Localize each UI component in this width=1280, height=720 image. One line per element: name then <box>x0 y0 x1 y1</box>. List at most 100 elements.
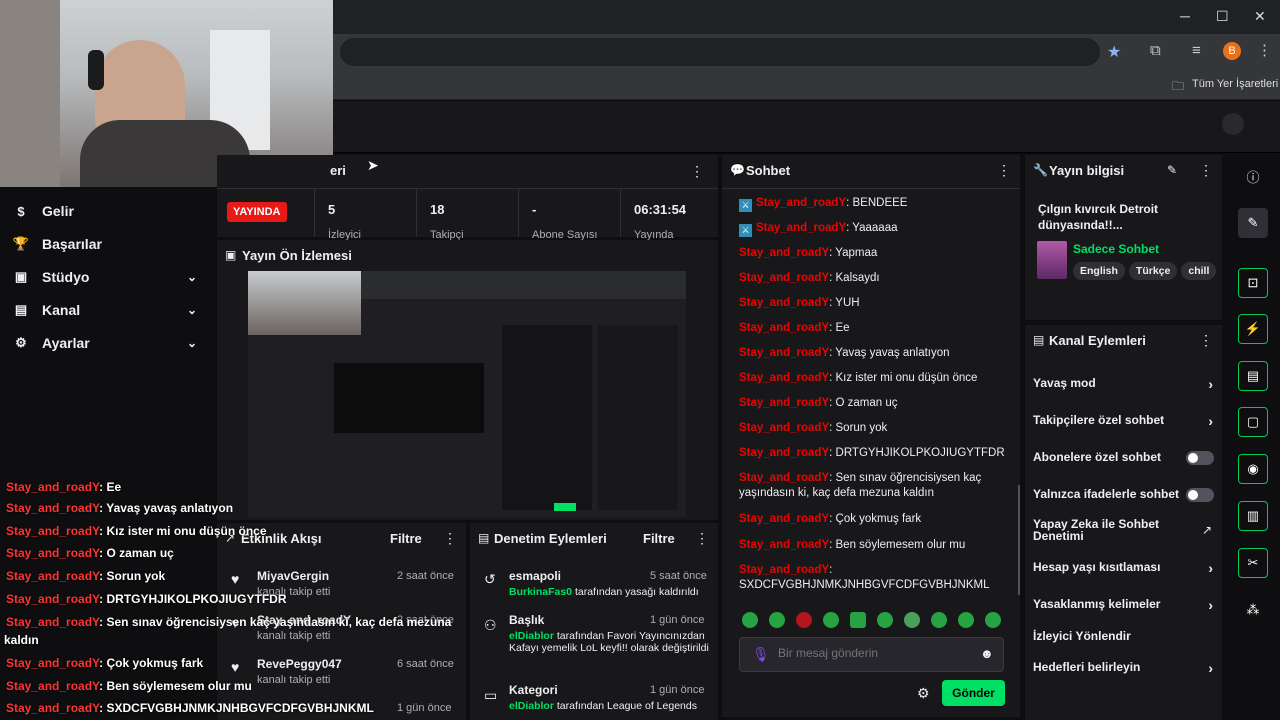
chat-message: Stay_and_roadY: Çok yokmuş fark <box>739 513 922 525</box>
overlay-chat-line: Stay_and_roadY: DRTGYHJIKOLPKOJIUGYTFDR <box>6 592 287 606</box>
wrench-icon: 🔧 <box>1033 163 1048 177</box>
tag-list: English Türkçe chill <box>1073 261 1223 280</box>
chat-message: Stay_and_roadY: Yapmaa <box>739 247 878 259</box>
layout-icon[interactable]: ▥ <box>1238 501 1268 531</box>
kebab-icon[interactable]: ⋮ <box>1199 332 1213 349</box>
maximize-icon[interactable]: ☐ <box>1216 8 1229 25</box>
channel-action-account-age[interactable]: Hesap yaşı kısıtlaması › <box>1033 560 1213 576</box>
channel-action-followers-only[interactable]: Takipçilere özel sohbet › <box>1033 413 1213 429</box>
emote-icon[interactable] <box>769 612 785 628</box>
gear-icon: ⚙ <box>15 335 27 350</box>
emote-icon[interactable] <box>742 612 758 628</box>
note-icon[interactable]: ▤ <box>1238 361 1268 391</box>
chat-message: Stay_and_roadY: DRTGYHJIKOLPKOJIUGYTFDR <box>739 447 1005 459</box>
channel-action-ai-moderation[interactable]: Yapay Zeka ile Sohbet Denetimi <box>1033 518 1183 542</box>
chat-message: ⚔ Stay_and_roadY: BENDEEE <box>739 196 1009 212</box>
category-thumbnail[interactable] <box>1037 241 1067 279</box>
tools-icon[interactable]: ✂ <box>1238 548 1268 578</box>
overlay-chat-line: Stay_and_roadY: Ben söylemesem olur mu <box>6 679 252 693</box>
external-link-icon[interactable]: ↗ <box>1202 523 1212 537</box>
sidebar-item-label: Stüdyo <box>42 269 90 285</box>
sidebar-item-basarilar[interactable]: 🏆 Başarılar <box>0 229 215 259</box>
preview-title: Yayın Ön İzlemesi <box>242 248 352 263</box>
bolt-icon[interactable]: ⚡ <box>1238 314 1268 344</box>
preview-webcam <box>248 271 361 335</box>
minimize-icon[interactable]: ─ <box>1180 8 1190 24</box>
chevron-down-icon: ⌄ <box>186 336 197 350</box>
category-link[interactable]: Sadece Sohbet <box>1073 242 1159 256</box>
edit-icon[interactable]: ✎ <box>1238 208 1268 238</box>
focus-icon[interactable]: ⊡ <box>1238 268 1268 298</box>
emote-icon[interactable] <box>931 612 947 628</box>
address-bar[interactable] <box>340 38 1100 66</box>
emote-icon[interactable] <box>985 612 1001 628</box>
send-button[interactable]: Gönder <box>942 680 1005 706</box>
sidebar-item-label: Kanal <box>42 302 81 318</box>
chevron-down-icon: ⌄ <box>186 303 197 317</box>
mod-action-title: Başlık <box>509 613 545 627</box>
chat-input[interactable]: 🎙 ☻ <box>739 637 1004 672</box>
emote-icon[interactable] <box>877 612 893 628</box>
extensions-icon[interactable]: ⧉ <box>1150 42 1161 59</box>
subscribers-only-toggle[interactable] <box>1186 451 1214 465</box>
emote-icon[interactable] <box>796 612 812 628</box>
media-icon[interactable]: ≡ <box>1192 42 1201 59</box>
emote-icon[interactable] <box>904 612 920 628</box>
follower-count: 18 <box>430 202 445 217</box>
star-icon[interactable]: ★ <box>1107 42 1121 62</box>
kebab-icon[interactable]: ⋮ <box>695 530 709 547</box>
sidebar-item-ayarlar[interactable]: ⚙ Ayarlar ⌄ <box>0 328 215 358</box>
chat-bubble-icon[interactable]: ▢ <box>1238 407 1268 437</box>
chat-scrollbar[interactable] <box>1018 485 1020 595</box>
kebab-icon[interactable]: ⋮ <box>997 162 1011 179</box>
user-avatar[interactable] <box>1222 113 1244 135</box>
all-bookmarks-link[interactable]: Tüm Yer İşaretleri <box>1192 78 1278 90</box>
mod-action-time: 5 saat önce <box>650 570 707 582</box>
overlay-chat-line: Stay_and_roadY: Çok yokmuş fark <box>6 656 204 670</box>
kebab-icon[interactable]: ⋮ <box>690 163 704 180</box>
kebab-icon[interactable]: ⋮ <box>1199 162 1213 179</box>
info-icon[interactable]: ⓘ <box>1238 161 1268 191</box>
preview-nested <box>334 363 484 433</box>
uptime-value: 06:31:54 <box>634 202 687 217</box>
sidebar-item-kanal[interactable]: ▤ Kanal ⌄ <box>0 295 215 325</box>
undo-icon: ↺ <box>484 571 496 587</box>
emoji-icon[interactable]: ☻ <box>980 646 994 661</box>
divider <box>217 188 718 189</box>
sidebar-item-gelir[interactable]: $ Gelir <box>0 196 215 226</box>
emote-icon[interactable] <box>958 612 974 628</box>
chat-message: ⚔ Stay_and_roadY: Yaaaaaa <box>739 221 1009 237</box>
sidebar-item-label: Başarılar <box>42 236 102 252</box>
channel-action-raid[interactable]: İzleyici Yönlendir <box>1033 629 1213 643</box>
mod-action-time: 1 gün önce <box>650 614 705 626</box>
emote-icon[interactable] <box>823 612 839 628</box>
channel-action-goals[interactable]: Hedefleri belirleyin › <box>1033 660 1213 676</box>
tag[interactable]: Türkçe <box>1128 262 1178 280</box>
pencil-icon[interactable]: ✎ <box>1167 163 1177 177</box>
share-icon[interactable]: ⁂ <box>1238 595 1268 625</box>
divider <box>416 189 417 237</box>
menu-icon[interactable]: ⋮ <box>1257 41 1272 59</box>
channel-action-slow-mode[interactable]: Yavaş mod › <box>1033 376 1213 392</box>
preview-chat <box>502 325 592 510</box>
chat-message: Stay_and_roadY: SXDCFVGBHJNMKJNHBGVFCDFG… <box>739 564 990 591</box>
profile-avatar[interactable]: B <box>1223 42 1241 60</box>
chat-message-field[interactable] <box>778 646 968 660</box>
mod-actions-title: Denetim Eylemleri <box>494 531 607 546</box>
divider <box>314 189 315 237</box>
tag[interactable]: English <box>1073 262 1125 280</box>
broadcast-icon[interactable]: ◉ <box>1238 454 1268 484</box>
chat-icon: 💬 <box>730 163 745 177</box>
sidebar-item-studyo[interactable]: ▣ Stüdyo ⌄ <box>0 262 215 292</box>
tag[interactable]: chill <box>1181 262 1217 280</box>
chat-message: Stay_and_roadY: YUH <box>739 297 860 309</box>
microphone-icon[interactable]: 🎙 <box>752 646 770 663</box>
settings-gear-icon[interactable]: ⚙ <box>917 685 930 702</box>
emote-icon[interactable] <box>850 612 866 628</box>
emote-only-toggle[interactable] <box>1186 488 1214 502</box>
chat-panel: 💬 Sohbet ⋮ <box>722 155 1020 717</box>
mod-filter-button[interactable]: Filtre <box>643 531 675 546</box>
stream-info-title: Yayın bilgisi <box>1049 163 1125 178</box>
close-icon[interactable]: ✕ <box>1254 8 1266 25</box>
channel-action-banned-words[interactable]: Yasaklanmış kelimeler › <box>1033 597 1213 613</box>
